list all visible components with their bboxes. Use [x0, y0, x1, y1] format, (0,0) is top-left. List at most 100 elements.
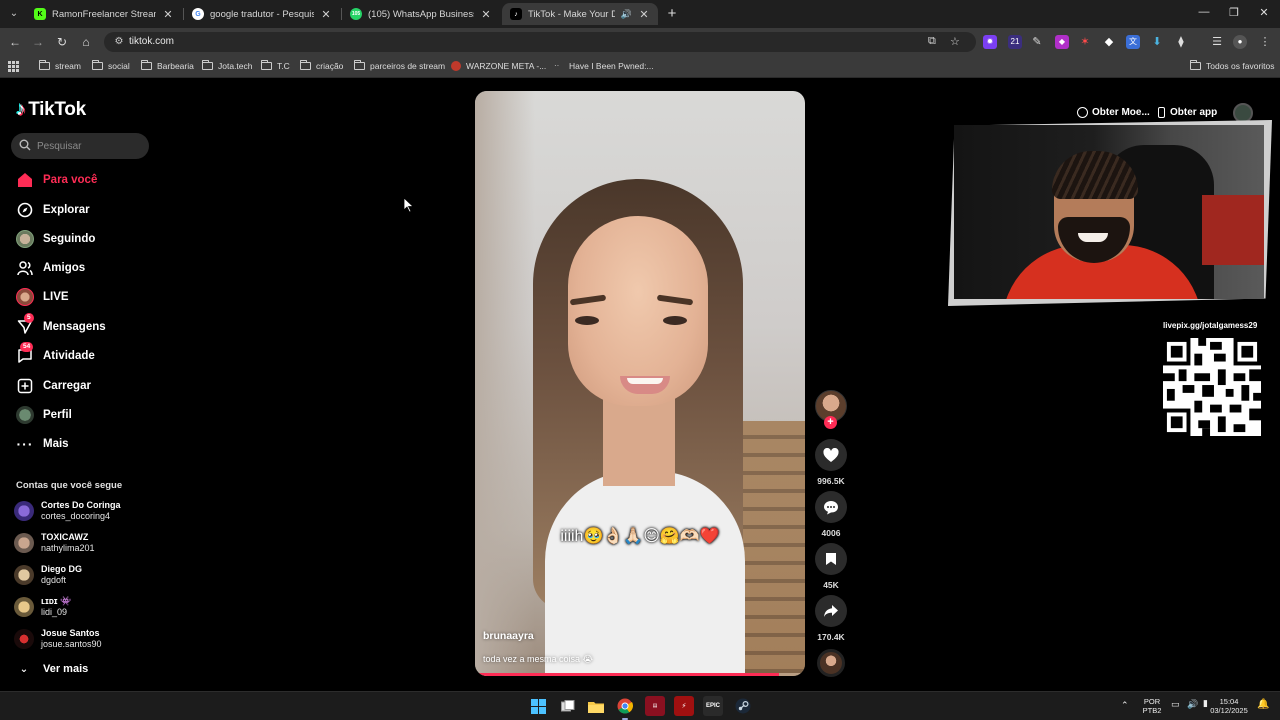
tray-overflow-icon[interactable]: ⌃	[1121, 701, 1129, 710]
extensions-puzzle-icon[interactable]: ⧫	[1174, 35, 1188, 49]
share-button[interactable]	[815, 595, 847, 627]
get-app-button[interactable]: Obter app	[1158, 102, 1217, 122]
bookmark-hibp[interactable]: ·· Have I Been Pwned:...	[554, 61, 654, 71]
user-avatar[interactable]	[1233, 103, 1253, 123]
save-button[interactable]	[815, 543, 847, 575]
task-view-icon[interactable]	[558, 696, 578, 716]
kebab-menu-icon[interactable]: ⋮	[1258, 35, 1272, 49]
nav-mensagens[interactable]: 5 Mensagens	[16, 313, 106, 337]
nav-carregar[interactable]: Carregar	[16, 376, 91, 396]
translate-icon[interactable]: 文	[1126, 35, 1140, 49]
clock[interactable]: 15:04 03/12/2025	[1206, 697, 1252, 715]
pen-icon[interactable]: ✎	[1030, 35, 1044, 49]
tiktok-logo[interactable]: ♪ TikTok	[16, 99, 86, 121]
messages-icon: 5	[16, 313, 34, 336]
nav-explorar[interactable]: Explorar	[16, 200, 90, 220]
close-icon[interactable]: ✕	[638, 8, 650, 21]
following-account[interactable]: ʟɪᴅɪ 👾 lidi_09	[14, 594, 71, 620]
bookmark-social[interactable]: social	[92, 60, 130, 71]
comment-button[interactable]	[815, 491, 847, 523]
follow-plus-button[interactable]: +	[824, 416, 837, 429]
extension-icon[interactable]: ◆	[1102, 35, 1116, 49]
see-more-button[interactable]: ⌄ Ver mais	[16, 663, 88, 675]
mixer-app-icon[interactable]: ▤	[645, 696, 665, 716]
livepix-label: livepix.gg/jotalgamess29	[1163, 321, 1258, 330]
bookmark-jotatech[interactable]: Jota.tech	[202, 60, 253, 71]
extension-icon[interactable]: ◆	[1055, 35, 1069, 49]
home-button[interactable]: ⌂	[78, 34, 94, 50]
folder-icon	[354, 60, 365, 70]
notification-bell-icon[interactable]: 🔔	[1257, 700, 1269, 710]
install-app-icon[interactable]: ⧉	[928, 35, 936, 48]
nav-perfil[interactable]: Perfil	[16, 405, 72, 425]
video-player[interactable]: iiiih🥹👌🏻🙏🏻😊🤗🫶🏻❤️ brunaayra toda vez a me…	[475, 91, 805, 676]
bolt-app-icon[interactable]: ⚡	[674, 696, 694, 716]
nav-seguindo[interactable]: Seguindo	[16, 229, 95, 249]
profile-avatar-icon[interactable]: ●	[1233, 35, 1247, 49]
apps-grid-icon[interactable]	[8, 61, 19, 72]
bookmark-barbearia[interactable]: Barbearia	[141, 60, 194, 71]
whatsapp-icon: 105	[350, 8, 362, 20]
reload-button[interactable]: ↻	[54, 34, 70, 50]
nav-mais[interactable]: ··· Mais	[16, 434, 69, 454]
forward-button[interactable]: →	[30, 34, 46, 50]
site-info-icon[interactable]: ⚙	[112, 35, 126, 49]
following-account[interactable]: Josue Santos josue.santos90	[14, 626, 102, 652]
avatar	[14, 565, 34, 585]
bookmark-tc[interactable]: T.C	[261, 60, 290, 71]
video-author[interactable]: brunaayra	[483, 630, 534, 642]
tab-search-button[interactable]: ⌄	[5, 5, 23, 23]
more-icon: ···	[16, 436, 34, 452]
get-coins-button[interactable]: Obter Moe...	[1077, 102, 1150, 122]
new-tab-button[interactable]: +	[663, 5, 681, 23]
close-icon[interactable]: ✕	[162, 8, 174, 21]
folder-icon	[92, 60, 103, 70]
nav-atividade[interactable]: 54 Atividade	[16, 342, 95, 366]
following-account[interactable]: Diego DG dgdoft	[14, 562, 82, 588]
nav-para-voce[interactable]: Para você	[16, 170, 97, 190]
video-description: toda vez a mesma coisa 😭	[483, 654, 594, 664]
following-account[interactable]: TOXICAWZ nathylima201	[14, 530, 95, 556]
extension-badge-icon[interactable]: 21	[1008, 35, 1022, 49]
download-icon[interactable]: ⬇	[1150, 35, 1164, 49]
language-indicator[interactable]: POR PTB2	[1140, 697, 1164, 715]
network-icon[interactable]: ▭	[1171, 700, 1180, 709]
nav-amigos[interactable]: Amigos	[16, 258, 85, 278]
bookmark-parceiros[interactable]: parceiros de stream	[354, 60, 445, 71]
comment-count: 4006	[821, 528, 841, 538]
close-window-button[interactable]: ✕	[1256, 6, 1272, 19]
tab-tiktok[interactable]: ♪ TikTok - Make Your Day 🔊 ✕	[502, 3, 658, 25]
file-explorer-icon[interactable]	[586, 696, 606, 716]
tab-google[interactable]: G google tradutor - Pesquisa Goo ✕	[184, 3, 340, 25]
music-disc[interactable]	[817, 649, 845, 677]
bookmark-warzone[interactable]: WARZONE META -...	[451, 61, 546, 71]
restore-button[interactable]: ❐	[1226, 6, 1242, 19]
back-button[interactable]: ←	[7, 34, 23, 50]
chrome-icon[interactable]	[615, 696, 635, 720]
tab-kick[interactable]: K RamonFreelancer Stream - Wat ✕	[26, 3, 182, 25]
windows-start-icon[interactable]	[528, 696, 548, 716]
tab-whatsapp[interactable]: 105 (105) WhatsApp Business ✕	[342, 3, 500, 25]
extension-icon[interactable]: ✹	[983, 35, 997, 49]
volume-icon[interactable]: 🔊	[1187, 700, 1198, 709]
address-bar[interactable]: ⚙ tiktok.com ⧉ ☆	[104, 32, 976, 52]
search-input[interactable]	[37, 137, 141, 155]
speaker-icon[interactable]: 🔊	[621, 9, 632, 20]
video-overlay-text: iiiih🥹👌🏻🙏🏻😊🤗🫶🏻❤️	[560, 528, 720, 545]
extension-icon[interactable]: ✶	[1078, 35, 1092, 49]
close-icon[interactable]: ✕	[480, 8, 492, 21]
video-progress-bar[interactable]	[475, 673, 805, 676]
all-bookmarks[interactable]: Todos os favoritos	[1190, 60, 1275, 71]
minimize-button[interactable]: —	[1196, 6, 1212, 18]
bookmark-star-icon[interactable]: ☆	[950, 35, 960, 48]
reading-list-icon[interactable]: ☰	[1210, 35, 1224, 49]
close-icon[interactable]: ✕	[320, 8, 332, 21]
bookmark-criacao[interactable]: criação	[300, 60, 343, 71]
steam-icon[interactable]	[733, 696, 753, 716]
like-button[interactable]	[815, 439, 847, 471]
share-icon	[824, 605, 838, 617]
epic-games-icon[interactable]: EPIC	[703, 696, 723, 716]
nav-live[interactable]: LIVE	[16, 287, 69, 307]
following-account[interactable]: Cortes Do Coringa cortes_docoring4	[14, 498, 121, 524]
bookmark-stream[interactable]: stream	[39, 60, 81, 71]
